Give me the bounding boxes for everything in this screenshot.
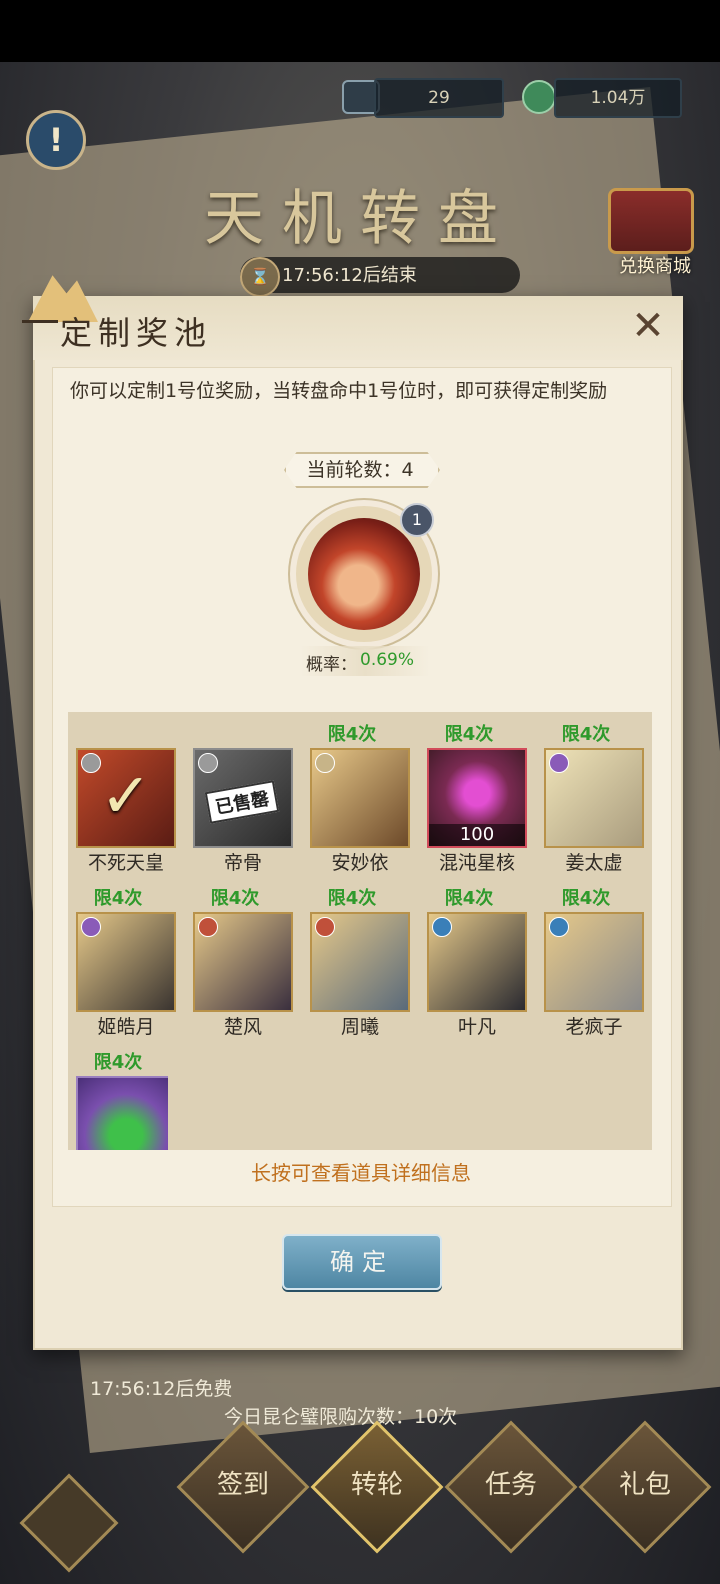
- reward-card[interactable]: [310, 912, 410, 1012]
- reward-name: 混沌星核: [438, 852, 515, 874]
- element-icon: [198, 917, 218, 937]
- slot-number-badge: 1: [400, 503, 434, 537]
- element-icon: [315, 753, 335, 773]
- confirm-button[interactable]: 确定: [282, 1234, 442, 1290]
- reward-cell[interactable]: 限4次 叶凡: [419, 876, 527, 1038]
- element-icon: [315, 917, 335, 937]
- reward-limit: 限4次: [327, 724, 377, 745]
- alert-icon[interactable]: !: [26, 110, 86, 170]
- nav-label-gift: 礼包: [618, 1470, 671, 1500]
- close-icon[interactable]: ✕: [624, 302, 672, 350]
- selected-reward-portrait[interactable]: [308, 518, 420, 630]
- sold-out-stamp: 已售罄: [204, 780, 280, 824]
- nav-label-tasks: 任务: [484, 1470, 537, 1500]
- reward-name: 姬皓月: [97, 1016, 155, 1038]
- reward-cell[interactable]: 限4次 楚风: [185, 876, 293, 1038]
- reward-limit: 限4次: [561, 888, 611, 909]
- reward-cell[interactable]: 限4次 周曦: [302, 876, 410, 1038]
- reward-limit: 限4次: [444, 888, 494, 909]
- reward-limit: 限4次: [210, 888, 260, 909]
- reward-limit: 限4次: [444, 724, 494, 745]
- check-icon: ✓: [100, 759, 152, 832]
- title-decoration: [22, 320, 58, 323]
- reward-name: 姜太虚: [565, 852, 623, 874]
- probability-label: 概率：: [306, 655, 357, 675]
- reward-cell[interactable]: 已售罄 帝骨: [185, 712, 293, 874]
- reward-limit: 限4次: [93, 888, 143, 909]
- reward-card[interactable]: ✓: [76, 748, 176, 848]
- free-timer-text: 17:56:12后免费: [90, 1378, 233, 1400]
- reward-name: 叶凡: [457, 1016, 496, 1038]
- reward-limit: 限4次: [327, 888, 377, 909]
- reward-cell[interactable]: ✓ 不死天皇: [68, 712, 176, 874]
- rounds-text: 当前轮数：4: [306, 459, 414, 481]
- resource-value-1: 29: [428, 88, 450, 108]
- purchase-limit-text: 今日昆仑璧限购次数：10次: [224, 1406, 458, 1428]
- resource-value-2: 1.04万: [590, 88, 646, 108]
- reward-cell[interactable]: 限4次 老疯子: [536, 876, 644, 1038]
- reward-name: 楚风: [223, 1016, 262, 1038]
- reward-card[interactable]: [544, 912, 644, 1012]
- status-bar: [0, 0, 720, 62]
- element-icon: [198, 753, 218, 773]
- reward-card[interactable]: 100: [427, 748, 527, 848]
- hourglass-icon: ⌛: [240, 257, 280, 297]
- reward-cell[interactable]: 限4次 100 混沌星核: [419, 712, 527, 874]
- reward-cell[interactable]: 限4次 姜太虚: [536, 712, 644, 874]
- shop-label[interactable]: 兑换商城: [600, 252, 710, 278]
- reward-card[interactable]: 已售罄: [193, 748, 293, 848]
- jade-coin-icon: [522, 80, 556, 114]
- nav-label-wheel: 转轮: [350, 1470, 403, 1500]
- probability-value: 0.69%: [360, 650, 415, 670]
- reward-card[interactable]: [193, 912, 293, 1012]
- element-icon: [549, 753, 569, 773]
- resource-counter-1[interactable]: 29: [374, 78, 504, 118]
- reward-cell[interactable]: 限4次: [68, 1040, 168, 1150]
- event-timer-text: 17:56:12后结束: [282, 265, 417, 286]
- reward-name: 帝骨: [223, 852, 262, 874]
- nav-label-sign-in: 签到: [216, 1470, 269, 1500]
- reward-quantity: 100: [429, 824, 525, 846]
- reward-name: 老疯子: [565, 1016, 623, 1038]
- element-icon: [432, 917, 452, 937]
- reward-limit: 限4次: [561, 724, 611, 745]
- reward-card[interactable]: [310, 748, 410, 848]
- reward-cell[interactable]: 限4次 安妙依: [302, 712, 410, 874]
- reward-card[interactable]: [427, 912, 527, 1012]
- reward-card[interactable]: [76, 1076, 168, 1150]
- element-icon: [549, 917, 569, 937]
- treasure-chest-icon[interactable]: [608, 188, 694, 254]
- reward-cell[interactable]: 限4次 姬皓月: [68, 876, 176, 1038]
- reward-limit: 限4次: [93, 1052, 143, 1073]
- resource-counter-2[interactable]: 1.04万: [554, 78, 682, 118]
- hint-text: 长按可查看道具详细信息: [251, 1161, 471, 1185]
- reward-card[interactable]: [76, 912, 176, 1012]
- reward-name: 安妙依: [331, 852, 389, 874]
- dialog-title: 定制奖池: [60, 314, 213, 352]
- reward-card[interactable]: [544, 748, 644, 848]
- element-icon: [81, 917, 101, 937]
- reward-name: 不死天皇: [87, 852, 164, 874]
- dialog-description: 你可以定制1号位奖励，当转盘命中1号位时，即可获得定制奖励: [70, 380, 608, 402]
- reward-name: 周曦: [340, 1016, 379, 1038]
